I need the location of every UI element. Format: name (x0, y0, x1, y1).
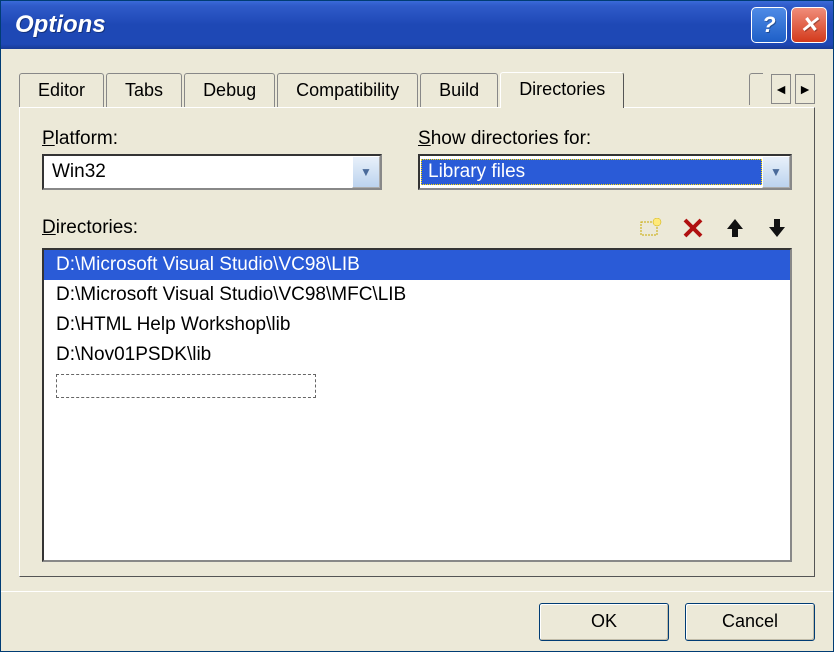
platform-dropdown-arrow[interactable]: ▼ (352, 156, 380, 188)
chevron-down-icon: ▼ (360, 165, 372, 179)
move-down-button[interactable] (762, 214, 792, 242)
tab-panel: Platform: Win32 ▼ Show directories for: … (19, 107, 815, 577)
showdir-combo[interactable]: Library files ▼ (418, 154, 792, 190)
tab-tabs[interactable]: Tabs (106, 73, 182, 107)
titlebar: Options ? ✕ (1, 1, 833, 49)
platform-label: Platform: (42, 128, 382, 150)
tab-scroll: ◄ ► (749, 73, 815, 107)
window-title: Options (15, 11, 747, 39)
ok-button[interactable]: OK (539, 603, 669, 641)
directories-label: Directories: (42, 217, 636, 239)
tab-build[interactable]: Build (420, 73, 498, 107)
cancel-button[interactable]: Cancel (685, 603, 815, 641)
delete-icon (682, 217, 704, 239)
showdir-label: Show directories for: (418, 128, 792, 150)
tab-directories[interactable]: Directories (500, 72, 624, 108)
delete-entry-button[interactable] (678, 214, 708, 242)
tab-strip: Editor Tabs Debug Compatibility Build Di… (19, 67, 815, 107)
close-icon: ✕ (800, 12, 818, 38)
triangle-left-icon: ◄ (774, 81, 788, 97)
help-button[interactable]: ? (751, 7, 787, 43)
tab-debug[interactable]: Debug (184, 73, 275, 107)
tab-editor[interactable]: Editor (19, 73, 104, 107)
triangle-right-icon: ► (798, 81, 812, 97)
directories-listbox[interactable]: D:\Microsoft Visual Studio\VC98\LIB D:\M… (42, 248, 792, 562)
showdir-dropdown-arrow[interactable]: ▼ (762, 156, 790, 188)
tab-partial-next[interactable] (749, 73, 763, 105)
new-entry-button[interactable] (636, 214, 666, 242)
move-up-button[interactable] (720, 214, 750, 242)
tab-compatibility[interactable]: Compatibility (277, 73, 418, 107)
list-item-new-placeholder[interactable] (56, 374, 316, 398)
move-down-icon (766, 217, 788, 239)
list-item[interactable]: D:\Nov01PSDK\lib (44, 340, 790, 370)
tab-scroll-right[interactable]: ► (795, 74, 815, 104)
list-item[interactable]: D:\HTML Help Workshop\lib (44, 310, 790, 340)
platform-value: Win32 (44, 161, 352, 183)
directories-toolbar (636, 214, 792, 242)
list-item[interactable]: D:\Microsoft Visual Studio\VC98\MFC\LIB (44, 280, 790, 310)
move-up-icon (724, 217, 746, 239)
help-icon: ? (762, 12, 775, 38)
showdir-value: Library files (421, 159, 762, 185)
chevron-down-icon: ▼ (770, 165, 782, 179)
close-button[interactable]: ✕ (791, 7, 827, 43)
dialog-body: Editor Tabs Debug Compatibility Build Di… (1, 49, 833, 591)
dialog-footer: OK Cancel (1, 591, 833, 651)
options-dialog: Options ? ✕ Editor Tabs Debug Compatibil… (0, 0, 834, 652)
platform-combo[interactable]: Win32 ▼ (42, 154, 382, 190)
new-folder-icon (640, 218, 662, 238)
tab-scroll-left[interactable]: ◄ (771, 74, 791, 104)
list-item[interactable]: D:\Microsoft Visual Studio\VC98\LIB (44, 250, 790, 280)
